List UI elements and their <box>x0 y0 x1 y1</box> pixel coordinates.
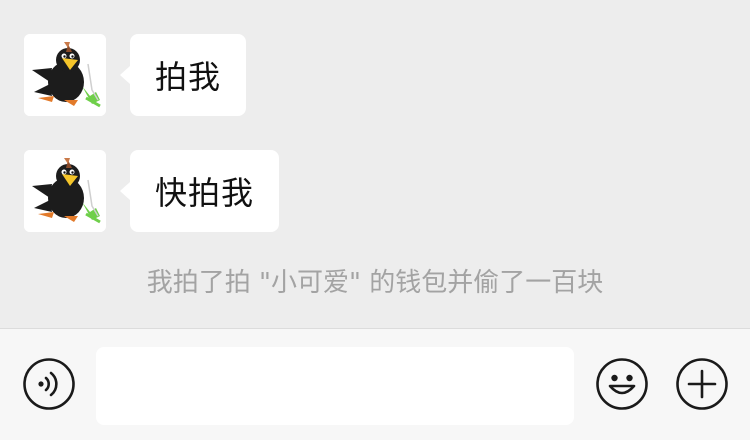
emoji-button[interactable] <box>595 357 649 411</box>
black-bird-avatar-icon <box>24 34 106 116</box>
chat-input-bar <box>0 328 750 440</box>
message-row: 快拍我 <box>24 150 280 232</box>
sender-avatar[interactable] <box>24 34 106 116</box>
message-input[interactable] <box>96 347 574 425</box>
message-text: 快拍我 <box>155 174 255 212</box>
message-row: 拍我 <box>24 34 247 116</box>
sender-avatar[interactable] <box>24 150 106 232</box>
message-text: 拍我 <box>155 58 222 96</box>
message-bubble[interactable]: 拍我 <box>119 34 247 116</box>
pat-system-note: 我拍了拍 "小可爱" 的钱包并偷了一百块 <box>146 268 604 298</box>
more-options-button[interactable] <box>675 357 729 411</box>
chat-message-area[interactable]: 拍我 快拍我 我拍了拍 "小可爱" 的钱包并偷了一百块 <box>0 0 750 328</box>
message-bubble[interactable]: 快拍我 <box>119 150 280 232</box>
voice-icon <box>23 358 75 410</box>
plus-circle-icon <box>676 358 728 410</box>
voice-toggle-button[interactable] <box>22 357 76 411</box>
emoji-icon <box>596 358 648 410</box>
black-bird-avatar-icon <box>24 150 106 232</box>
